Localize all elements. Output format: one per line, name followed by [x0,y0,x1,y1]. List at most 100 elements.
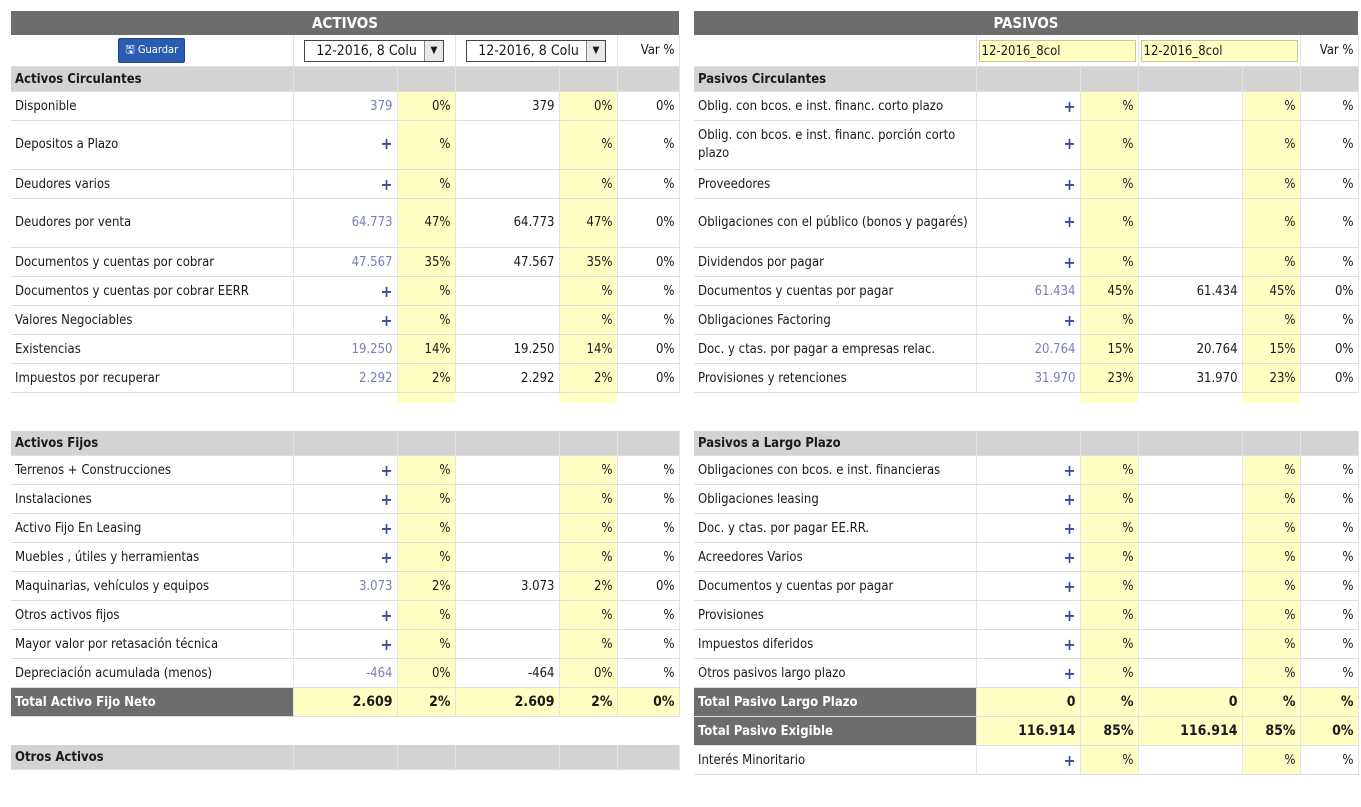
amount-value[interactable]: 31.970 [1035,371,1076,386]
period-a-select[interactable]: 12-2016, 8 Colu ▼ [304,39,444,62]
section-filler [1300,431,1359,456]
section-filler [559,431,618,456]
plus-icon[interactable]: + [1063,577,1075,596]
amount-b: 64.773 [455,198,560,248]
row-label: Impuestos diferidos [694,629,977,659]
plus-icon[interactable]: + [380,490,392,509]
row-label: Valores Negociables [11,305,294,335]
amount-b [1138,198,1243,248]
percent-b: 2% [559,363,618,393]
plus-icon[interactable]: + [1063,490,1075,509]
chevron-down-icon[interactable]: ▼ [586,40,605,61]
table-row: Impuestos por recuperar 2.292 2% 2.292 2% 0% [11,363,680,393]
amount-b: 379 [455,91,560,121]
table-row: Activo Fijo En Leasing +%%% [11,513,680,543]
percent-a: 15% [1080,334,1139,364]
table-row: Muebles , útiles y herramientas +%%% [11,542,680,572]
var-percent: % [617,276,680,306]
amount-value[interactable]: 20.764 [1035,342,1076,357]
period-b-input[interactable]: 12-2016_8col [1140,39,1298,62]
section-filler [455,745,560,770]
plus-icon[interactable]: + [380,175,392,194]
percent-a: % [397,600,456,630]
save-button[interactable]: 🖫 Guardar [118,38,186,63]
table-row: Proveedores +%%% [694,169,1359,199]
plus-icon[interactable]: + [1063,175,1075,194]
amount-value[interactable]: 2.292 [359,371,392,386]
row-label: Depreciación acumulada (menos) [11,658,294,688]
period-a-input[interactable]: 12-2016_8col [978,39,1136,62]
amount-cell: 47.567 [293,247,398,277]
var-percent: % [1300,91,1359,121]
period-b-select[interactable]: 12-2016, 8 Colu ▼ [466,39,606,62]
total-pa: 85% [1080,716,1139,746]
percent-b: 0% [559,658,618,688]
plus-icon[interactable]: + [380,282,392,301]
plus-icon[interactable]: + [1063,519,1075,538]
var-percent: 0% [1300,334,1359,364]
amount-value[interactable]: 64.773 [352,215,393,230]
amount-cell: + [976,542,1081,572]
plus-icon[interactable]: + [380,606,392,625]
percent-a: % [1080,247,1139,277]
gap-row [694,392,1359,403]
activos-header-row: 🖫 Guardar 12-2016, 8 Colu ▼ 12-2016, 8 C… [11,35,680,67]
amount-b [455,455,560,485]
section-filler [617,66,680,92]
amount-cell: + [976,600,1081,630]
plus-icon[interactable]: + [1063,548,1075,567]
plus-icon[interactable]: + [1063,212,1075,231]
amount-cell: + [976,198,1081,248]
var-percent: % [617,120,680,170]
plus-icon[interactable]: + [380,311,392,330]
percent-a: % [397,484,456,514]
plus-icon[interactable]: + [1063,134,1075,153]
amount-value[interactable]: 19.250 [352,342,393,357]
plus-icon[interactable]: + [380,134,392,153]
percent-a: 35% [397,247,456,277]
section-header: Otros Activos [11,745,680,770]
plus-icon[interactable]: + [1063,311,1075,330]
amount-b: 3.073 [455,571,560,601]
table-row: Acreedores Varios +%%% [694,542,1359,572]
amount-value[interactable]: 61.434 [1035,284,1076,299]
amount-value[interactable]: 3.073 [359,579,392,594]
percent-b: % [1242,169,1301,199]
amount-value[interactable]: 47.567 [352,255,393,270]
plus-icon[interactable]: + [1063,606,1075,625]
plus-icon[interactable]: + [1063,635,1075,654]
row-label: Proveedores [694,169,977,199]
section-header: Pasivos Circulantes [694,66,1359,92]
amount-b [455,513,560,543]
plus-icon[interactable]: + [1063,751,1075,770]
table-row: Documentos y cuentas por cobrar 47.567 35%… [11,247,680,277]
table-row: Maquinarias, vehículos y equipos 3.073 2% 3… [11,571,680,601]
percent-a: % [1080,120,1139,170]
row-label: Mayor valor por retasación técnica [11,629,294,659]
plus-icon[interactable]: + [1063,461,1075,480]
plus-icon[interactable]: + [1063,253,1075,272]
amount-value[interactable]: -464 [366,666,393,681]
chevron-down-icon[interactable]: ▼ [424,40,443,61]
plus-icon[interactable]: + [380,635,392,654]
plus-icon[interactable]: + [380,548,392,567]
var-header: Var % [1300,35,1359,67]
plus-icon[interactable]: + [1063,664,1075,683]
plus-icon[interactable]: + [380,519,392,538]
percent-b: % [559,169,618,199]
amount-cell: + [976,571,1081,601]
var-percent: 0% [617,91,680,121]
amount-cell: + [976,629,1081,659]
amount-b: 61.434 [1138,276,1243,306]
percent-a: % [1080,455,1139,485]
total-a: 116.914 [976,716,1081,746]
total-label: Total Activo Fijo Neto [11,687,294,717]
percent-b: % [559,513,618,543]
row-label: Oblig. con bcos. e inst. financ. corto p… [694,91,977,121]
amount-cell: 19.250 [293,334,398,364]
plus-icon[interactable]: + [380,461,392,480]
amount-value[interactable]: 379 [370,99,392,114]
section-filler [293,745,398,770]
save-icon: 🖫 [125,43,138,56]
plus-icon[interactable]: + [1063,97,1075,116]
